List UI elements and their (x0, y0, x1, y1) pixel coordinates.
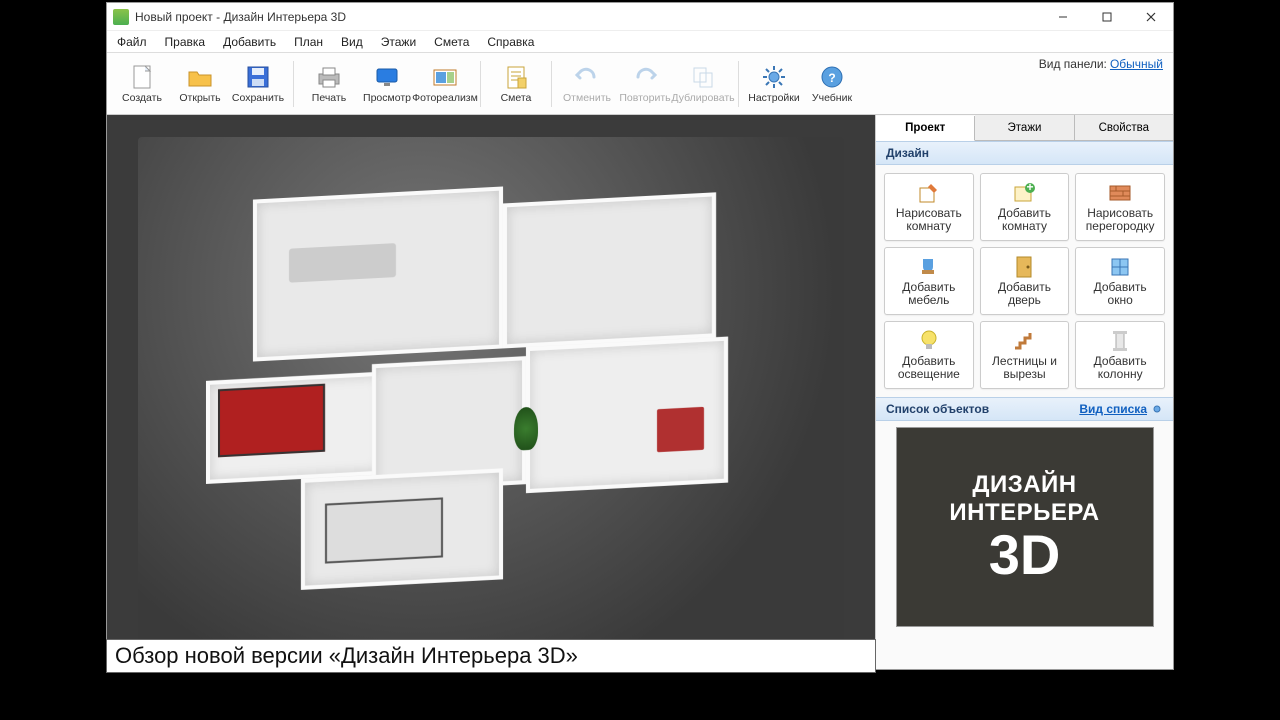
floppy-save-icon (243, 63, 273, 91)
toolbar-settings-button[interactable]: Настройки (745, 55, 803, 113)
toolbar-duplicate-button[interactable]: Дублировать (674, 55, 732, 113)
pencil-room-icon (916, 181, 942, 205)
floorplan-render (138, 137, 845, 647)
menu-plan[interactable]: План (290, 33, 327, 51)
stairs-icon (1011, 329, 1037, 353)
tab-floors[interactable]: Этажи (975, 115, 1074, 140)
toolbar-save-button[interactable]: Сохранить (229, 55, 287, 113)
menu-floors[interactable]: Этажи (377, 33, 420, 51)
gear-icon (759, 63, 789, 91)
window-icon (1107, 255, 1133, 279)
maximize-button[interactable] (1085, 3, 1129, 31)
duplicate-icon (688, 63, 718, 91)
menu-edit[interactable]: Правка (161, 33, 210, 51)
undo-icon (572, 63, 602, 91)
toolbar-separator (293, 61, 294, 107)
side-tabs: Проект Этажи Свойства (876, 115, 1173, 141)
menu-view[interactable]: Вид (337, 33, 367, 51)
tile-add-window[interactable]: Добавитьокно (1075, 247, 1165, 315)
panel-mode-switch: Вид панели: Обычный (1039, 57, 1163, 71)
chair-icon (916, 255, 942, 279)
tile-add-furniture[interactable]: Добавитьмебель (884, 247, 974, 315)
lightbulb-icon (916, 329, 942, 353)
menu-estimate[interactable]: Смета (430, 33, 473, 51)
menubar: Файл Правка Добавить План Вид Этажи Смет… (107, 31, 1173, 53)
toolbar: Создать Открыть Сохранить Печать Просмот… (107, 53, 1173, 115)
panel-mode-link[interactable]: Обычный (1110, 57, 1163, 71)
column-icon (1107, 329, 1133, 353)
brick-wall-icon (1107, 181, 1133, 205)
toolbar-create-button[interactable]: Создать (113, 55, 171, 113)
tile-draw-room[interactable]: Нарисоватькомнату (884, 173, 974, 241)
section-design-header: Дизайн (876, 141, 1173, 165)
minimize-button[interactable] (1041, 3, 1085, 31)
window-title: Новый проект - Дизайн Интерьера 3D (135, 10, 346, 24)
menu-file[interactable]: Файл (113, 33, 151, 51)
monitor-icon (372, 63, 402, 91)
side-panel: Проект Этажи Свойства Дизайн Нарисоватьк… (875, 115, 1173, 669)
toolbar-separator (551, 61, 552, 107)
add-room-icon: + (1011, 181, 1037, 205)
svg-text:?: ? (828, 71, 835, 85)
list-view-mode-link[interactable]: Вид списка (1079, 402, 1163, 416)
design-tools-grid: Нарисоватькомнату + Добавитькомнату Нари… (876, 165, 1173, 397)
tile-stairs[interactable]: Лестницы ивырезы (980, 321, 1070, 389)
toolbar-redo-button[interactable]: Повторить (616, 55, 674, 113)
toolbar-estimate-button[interactable]: Смета (487, 55, 545, 113)
help-icon: ? (817, 63, 847, 91)
door-icon (1011, 255, 1037, 279)
menu-add[interactable]: Добавить (219, 33, 280, 51)
titlebar: Новый проект - Дизайн Интерьера 3D (107, 3, 1173, 31)
tab-project[interactable]: Проект (876, 116, 975, 141)
toolbar-help-button[interactable]: ? Учебник (803, 55, 861, 113)
printer-icon (314, 63, 344, 91)
close-button[interactable] (1129, 3, 1173, 31)
toolbar-separator (480, 61, 481, 107)
redo-icon (630, 63, 660, 91)
tile-add-room[interactable]: + Добавитькомнату (980, 173, 1070, 241)
menu-help[interactable]: Справка (483, 33, 538, 51)
tab-properties[interactable]: Свойства (1075, 115, 1173, 140)
promo-banner: ДИЗАЙН ИНТЕРЬЕРА 3D (896, 427, 1154, 627)
toolbar-preview-button[interactable]: Просмотр (358, 55, 416, 113)
toolbar-print-button[interactable]: Печать (300, 55, 358, 113)
application-window: Новый проект - Дизайн Интерьера 3D Файл … (106, 2, 1174, 670)
video-caption: Обзор новой версии «Дизайн Интерьера 3D» (106, 639, 876, 673)
new-file-icon (127, 63, 157, 91)
tile-add-column[interactable]: Добавитьколонну (1075, 321, 1165, 389)
toolbar-open-button[interactable]: Открыть (171, 55, 229, 113)
gear-small-icon (1151, 403, 1163, 415)
folder-open-icon (185, 63, 215, 91)
tile-add-lighting[interactable]: Добавитьосвещение (884, 321, 974, 389)
3d-viewport[interactable] (107, 115, 875, 669)
svg-text:+: + (1027, 182, 1034, 194)
toolbar-photoreal-button[interactable]: Фотореализм (416, 55, 474, 113)
tile-draw-wall[interactable]: Нарисоватьперегородку (1075, 173, 1165, 241)
section-objects-header: Список объектов Вид списка (876, 397, 1173, 421)
app-icon (113, 9, 129, 25)
photorealism-icon (430, 63, 460, 91)
tile-add-door[interactable]: Добавитьдверь (980, 247, 1070, 315)
toolbar-separator (738, 61, 739, 107)
notepad-icon (501, 63, 531, 91)
toolbar-undo-button[interactable]: Отменить (558, 55, 616, 113)
